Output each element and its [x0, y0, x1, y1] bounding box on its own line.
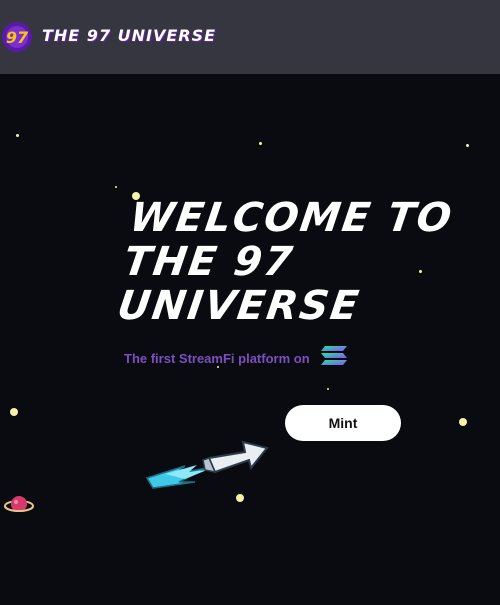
brand-title: THE 97 UNIVERSE [42, 26, 217, 45]
rocket-illustration [145, 438, 269, 490]
planet-illustration [4, 492, 34, 518]
mint-button[interactable]: Mint [285, 405, 401, 441]
hero-title-line: UNIVERSE [114, 283, 364, 329]
star-decoration [115, 186, 117, 188]
hero-title: WELCOME TO THE 97 UNIVERSE [114, 195, 494, 329]
star-decoration [259, 142, 262, 145]
hero-subtitle-row: The first StreamFi platform on [124, 345, 348, 372]
hero-title-line: WELCOME TO [126, 195, 457, 241]
hero-title-line: THE 97 [120, 239, 297, 285]
star-decoration [236, 494, 244, 502]
star-decoration [16, 134, 19, 137]
top-navbar: 97 THE 97 UNIVERSE [0, 0, 500, 74]
brand-logo[interactable]: 97 [1, 21, 33, 53]
star-decoration [327, 388, 329, 390]
star-decoration [459, 418, 467, 426]
solana-icon [320, 345, 348, 372]
star-decoration [466, 144, 469, 147]
svg-text:97: 97 [6, 28, 29, 47]
star-decoration [10, 408, 18, 416]
hero-subtitle: The first StreamFi platform on [124, 350, 310, 366]
